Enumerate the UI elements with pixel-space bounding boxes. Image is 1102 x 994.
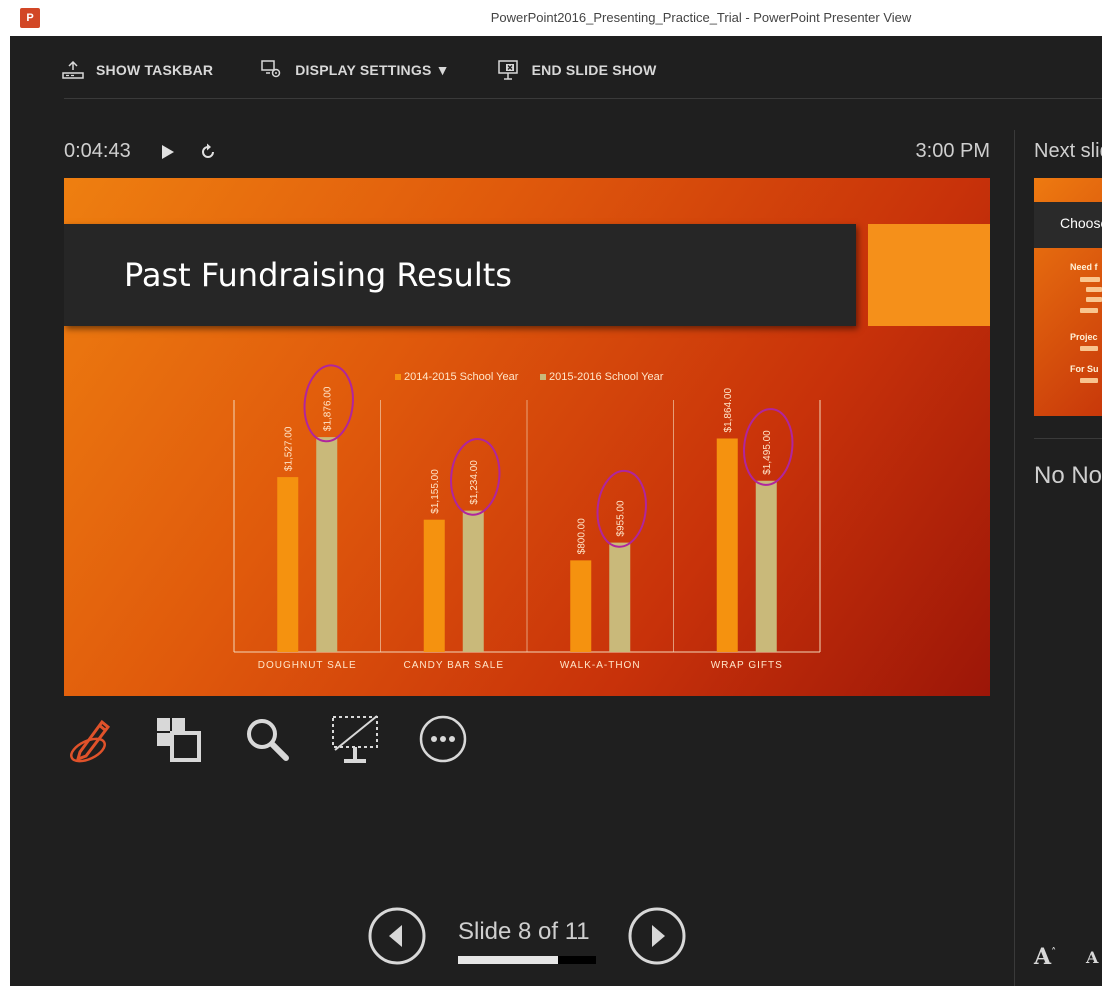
chevron-right-icon <box>628 907 686 965</box>
slide-tools <box>64 712 470 766</box>
increase-font-label: A <box>1034 944 1052 970</box>
category-label: CANDY BAR SALE <box>403 660 504 671</box>
taskbar-icon <box>62 61 84 79</box>
category-label: DOUGHNUT SALE <box>258 660 357 671</box>
thumbnail-line <box>1086 287 1102 292</box>
fundraising-bar-chart: 2014-2015 School Year 2015-2016 School Ye… <box>233 364 821 671</box>
zoom-icon[interactable] <box>240 712 294 766</box>
increase-font-button[interactable]: A˄ <box>1034 944 1056 970</box>
show-taskbar-label: SHOW TASKBAR <box>96 62 214 78</box>
decrease-font-label: A <box>1086 948 1099 967</box>
panel-divider <box>1014 130 1015 986</box>
end-slide-show-button[interactable]: END SLIDE SHOW <box>497 60 657 80</box>
data-label: $955.00 <box>616 500 627 537</box>
thumbnail-line <box>1080 308 1098 313</box>
next-slide-button[interactable] <box>627 906 687 966</box>
chevron-left-icon <box>368 907 426 965</box>
pen-icon[interactable] <box>64 712 118 766</box>
decrease-font-button[interactable]: A <box>1086 948 1098 967</box>
current-time: 3:00 PM <box>915 140 990 162</box>
data-label: $1,234.00 <box>469 460 480 505</box>
legend-label: 2015-2016 School Year <box>549 371 664 383</box>
bar-2015-2016 <box>316 437 338 652</box>
slide-counter[interactable]: Slide 8 of 11 <box>458 918 590 946</box>
window-title-bar: P PowerPoint2016_Presenting_Practice_Tri… <box>0 0 1102 36</box>
thumbnail-line <box>1080 277 1100 282</box>
display-settings-icon <box>261 60 283 80</box>
display-settings-label: DISPLAY SETTINGS ▼ <box>295 62 450 78</box>
notes-divider <box>1034 438 1102 439</box>
bar-2014-2015 <box>570 560 592 652</box>
bar-2014-2015 <box>716 438 738 652</box>
legend-swatch <box>540 374 546 380</box>
next-slide-label: Next slide <box>1034 140 1102 162</box>
data-label: $1,864.00 <box>723 388 734 433</box>
window-border-bottom <box>0 986 1102 994</box>
data-label: $1,495.00 <box>762 430 773 475</box>
thumbnail-line <box>1080 346 1098 351</box>
see-all-slides-icon[interactable] <box>152 712 206 766</box>
thumbnail-line <box>1080 378 1098 383</box>
thumbnail-title: Choose <box>1060 215 1102 231</box>
play-icon[interactable] <box>160 144 176 165</box>
slide-progress-fill <box>458 956 558 964</box>
black-screen-icon[interactable] <box>328 712 382 766</box>
bar-2014-2015 <box>423 519 445 652</box>
more-options-icon[interactable] <box>416 712 470 766</box>
category-label: WRAP GIFTS <box>711 660 783 671</box>
elapsed-timer: 0:04:43 <box>64 140 131 162</box>
show-taskbar-button[interactable]: SHOW TASKBAR <box>62 61 213 79</box>
bar-2015-2016 <box>462 510 484 652</box>
thumbnail-bullet: Need f <box>1070 262 1098 272</box>
next-slide-thumbnail[interactable]: Choose Need f Projec For Su <box>1034 178 1102 416</box>
data-label: $1,527.00 <box>284 426 295 471</box>
window-border-left <box>0 36 10 994</box>
thumbnail-bullet: Projec <box>1070 332 1098 342</box>
display-settings-button[interactable]: DISPLAY SETTINGS ▼ <box>261 60 449 80</box>
legend-swatch <box>395 374 401 380</box>
presenter-toolbar: SHOW TASKBAR DISPLAY SETTINGS ▼ END SLID… <box>62 56 657 84</box>
toolbar-divider <box>64 98 1102 99</box>
window-title: PowerPoint2016_Presenting_Practice_Trial… <box>490 10 912 25</box>
thumbnail-bullet: For Su <box>1070 364 1099 374</box>
reset-timer-icon[interactable] <box>198 142 218 167</box>
bar-2015-2016 <box>755 480 777 652</box>
previous-slide-button[interactable] <box>367 906 427 966</box>
end-slideshow-icon <box>497 60 520 80</box>
data-label: $800.00 <box>577 518 588 555</box>
bar-2015-2016 <box>609 542 631 652</box>
category-label: WALK-A-THON <box>560 660 641 671</box>
bar-2014-2015 <box>277 477 299 652</box>
legend-label: 2014-2015 School Year <box>404 371 519 383</box>
data-label: $1,155.00 <box>430 469 441 514</box>
end-slide-show-label: END SLIDE SHOW <box>531 62 657 78</box>
slide-progress-bar <box>458 956 596 964</box>
thumbnail-line <box>1086 297 1102 302</box>
data-label: $1,876.00 <box>323 386 334 431</box>
speaker-notes: No Notes <box>1034 462 1102 489</box>
current-slide[interactable]: Past Fundraising Results 2014-2015 Schoo… <box>64 178 990 696</box>
